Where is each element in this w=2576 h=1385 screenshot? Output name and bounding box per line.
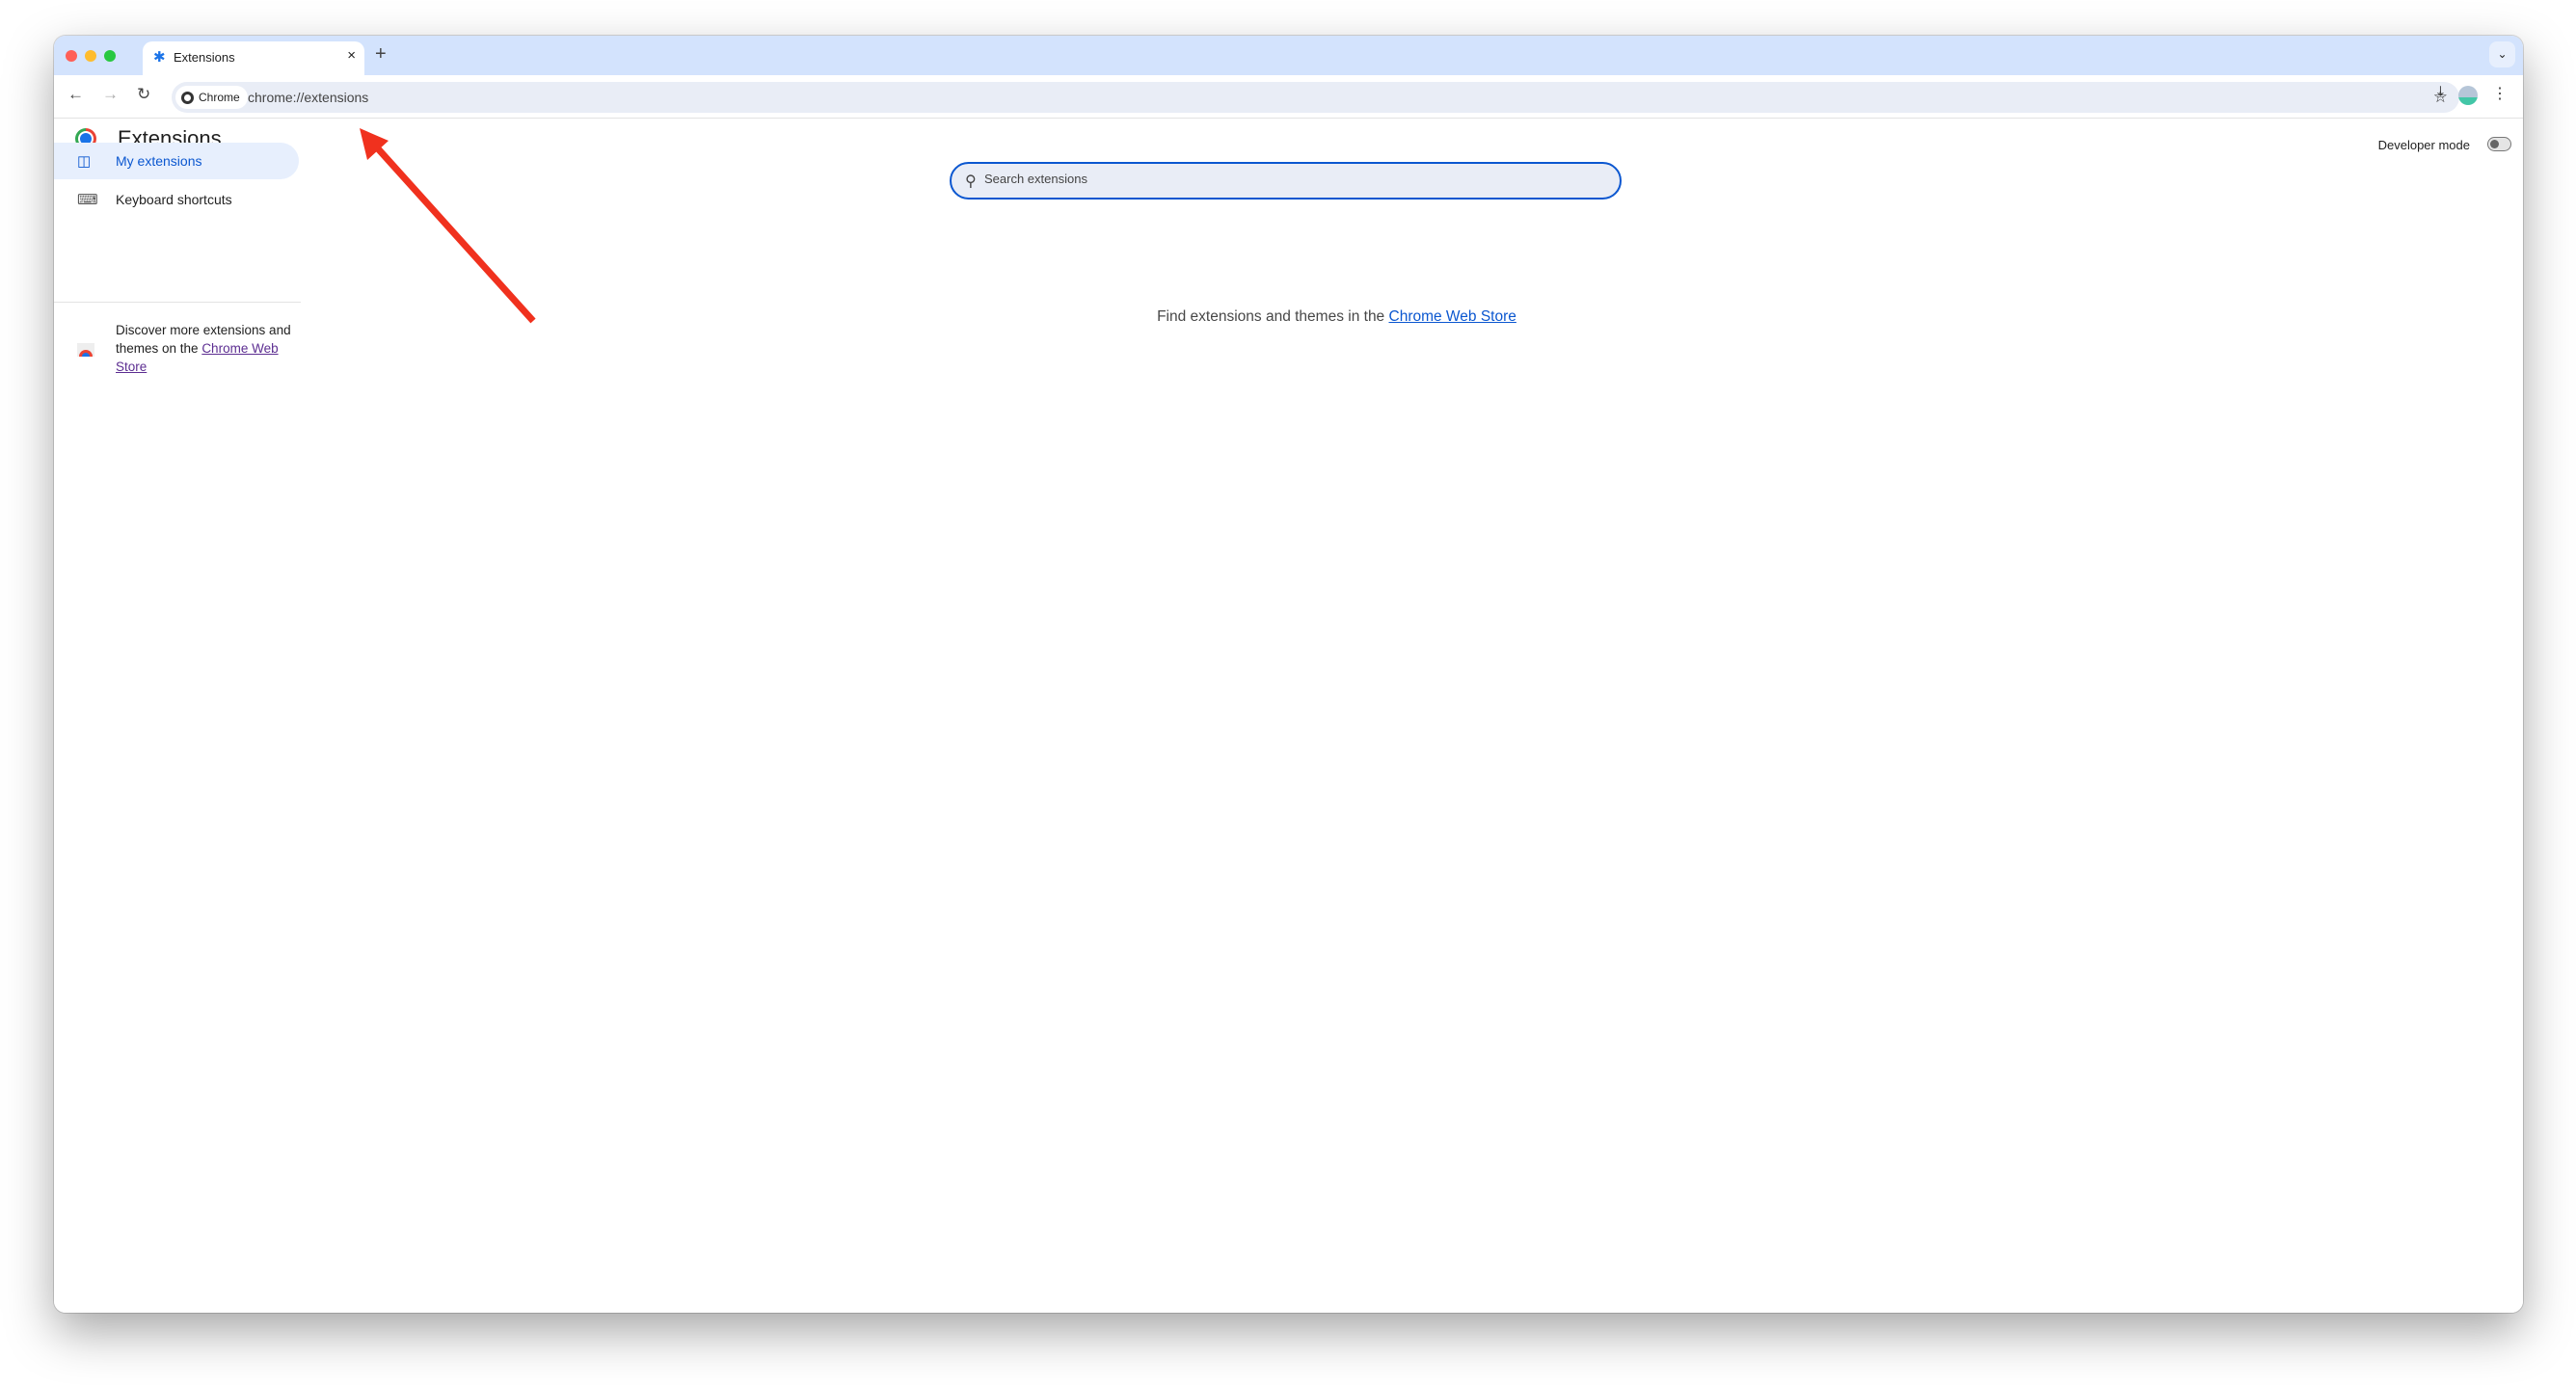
sidebar-item-keyboard-shortcuts[interactable]: ⌨ Keyboard shortcuts [54,181,299,218]
sidebar-item-label: Keyboard shortcuts [116,192,232,207]
tab-strip: ✱ Extensions × + ⌄ [54,36,2523,75]
reload-button[interactable]: ↻ [137,85,150,104]
toolbar: ← → ↻ Chrome chrome://extensions ☆ ⤓ ⋮ [54,75,2523,119]
sidebar-item-label: My extensions [116,153,202,169]
sidebar-item-my-extensions[interactable]: ◫ My extensions [54,143,299,179]
puzzle-icon: ✱ [153,49,166,66]
tab-extensions[interactable]: ✱ Extensions × [143,41,364,75]
keyboard-icon: ⌨ [77,192,98,208]
puzzle-outline-icon: ◫ [77,153,92,170]
close-window-button[interactable] [66,50,77,62]
chrome-icon [181,91,194,104]
new-tab-button[interactable]: + [375,43,387,66]
tab-search-button[interactable]: ⌄ [2489,41,2515,67]
back-button[interactable]: ← [67,85,84,104]
toggle-knob [2490,140,2499,148]
site-info-chip[interactable]: Chrome [175,86,248,109]
extensions-page: Extensions ⚲ Developer mode ◫ My extensi… [54,119,2523,1313]
search-box[interactable]: ⚲ [950,162,1622,200]
chevron-down-icon: ⌄ [2497,47,2508,61]
developer-mode-label: Developer mode [2377,138,2470,152]
profile-avatar[interactable] [2458,86,2478,105]
browser-window: ✱ Extensions × + ⌄ ← → ↻ Chrome chrome:/… [54,36,2523,1313]
empty-state-prefix: Find extensions and themes in the [1157,308,1389,325]
menu-kebab-icon[interactable]: ⋮ [2492,84,2508,103]
empty-state-message: Find extensions and themes in the Chrome… [54,308,2523,326]
search-icon: ⚲ [965,173,977,190]
minimize-window-button[interactable] [85,50,96,62]
close-tab-button[interactable]: × [347,47,356,64]
web-store-icon [77,343,94,357]
download-icon[interactable]: ⤓ [2437,84,2444,101]
discover-text: Discover more extensions and themes on t… [116,321,299,376]
url-text[interactable]: chrome://extensions [248,90,368,105]
developer-mode-toggle[interactable] [2487,137,2511,151]
maximize-window-button[interactable] [104,50,116,62]
empty-state-web-store-link[interactable]: Chrome Web Store [1389,308,1516,325]
tab-title: Extensions [174,50,235,65]
address-bar[interactable]: Chrome chrome://extensions ☆ [172,82,2459,113]
forward-button[interactable]: → [102,85,119,104]
search-input[interactable] [984,172,1601,186]
site-chip-label: Chrome [199,91,240,104]
sidebar-divider [54,302,301,303]
